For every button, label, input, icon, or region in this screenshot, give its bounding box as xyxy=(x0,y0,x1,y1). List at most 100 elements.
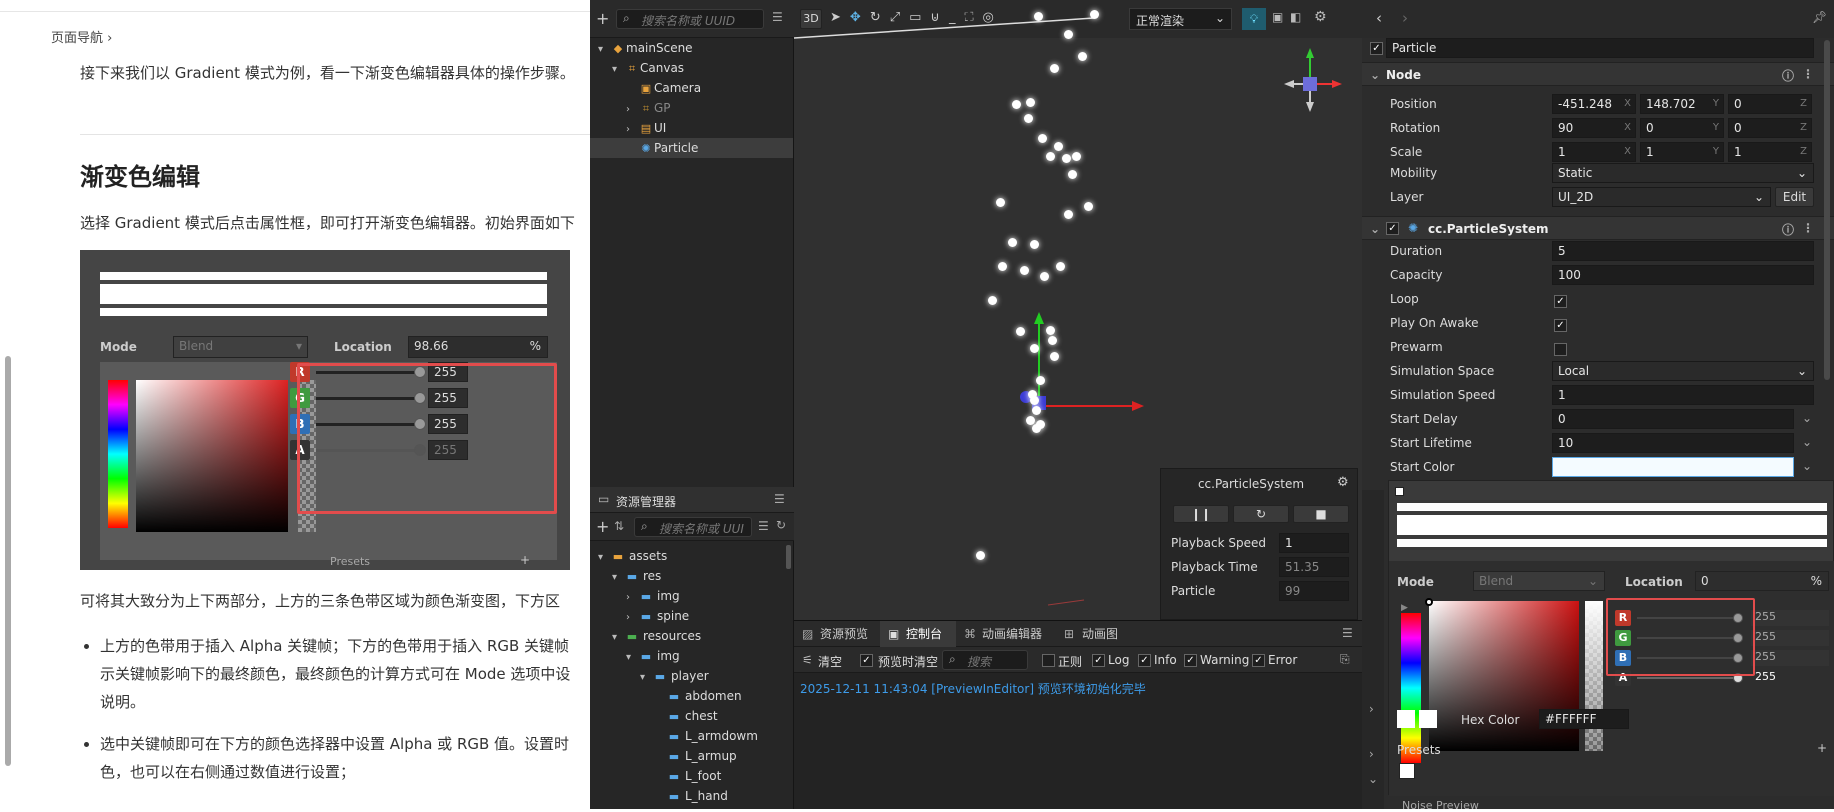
help-icon[interactable]: ⓘ xyxy=(1782,67,1794,84)
chevron-down-icon[interactable]: ⌄ xyxy=(1802,435,1812,449)
duration-input[interactable]: 5 xyxy=(1552,241,1814,261)
channel-value-input[interactable]: 255 xyxy=(1751,670,1829,686)
tree-item-ui[interactable]: › ▤ UI xyxy=(626,118,666,138)
capacity-input[interactable]: 100 xyxy=(1552,265,1814,285)
hex-color-input[interactable]: #FFFFFF xyxy=(1539,709,1629,729)
position-x-input[interactable]: -451.248 X xyxy=(1552,94,1636,114)
pause-button[interactable]: ❙❙ xyxy=(1173,505,1229,523)
channel-slider-track[interactable] xyxy=(1637,677,1737,679)
tree-item-gp[interactable]: › ⌗ GP xyxy=(626,98,671,118)
chevron-down-icon[interactable]: ⌄ xyxy=(1802,459,1812,473)
asset-item[interactable]: ▬ L_armdowm xyxy=(654,726,758,746)
menu-icon[interactable]: ☰ xyxy=(1342,626,1353,640)
sort-icon[interactable]: ⇅ xyxy=(614,519,624,533)
scale-x-input[interactable]: 1X xyxy=(1552,142,1636,162)
mode-select[interactable]: Blend ⌄ xyxy=(1473,571,1605,591)
rotation-x-input[interactable]: 90 X xyxy=(1552,118,1636,138)
particle-system-header[interactable]: ⌄ ✓ ✺ cc.ParticleSystem ⓘ ⋮ xyxy=(1362,216,1834,240)
channel-value-input[interactable]: 255 xyxy=(1751,650,1829,666)
alpha-key-marker[interactable] xyxy=(1395,487,1404,496)
tab-animation-editor[interactable]: ⌘ 动画编辑器 xyxy=(956,621,1056,647)
back-icon[interactable]: ‹ xyxy=(1376,9,1382,27)
asset-item[interactable]: ▬ abdomen xyxy=(654,686,742,706)
doc-scrollbar[interactable] xyxy=(5,356,11,766)
add-icon[interactable]: + xyxy=(596,517,609,536)
chevron-down-icon[interactable]: ⌄ xyxy=(1368,772,1378,786)
asset-item[interactable]: ▾ ▬ res xyxy=(612,566,661,586)
picker-cursor[interactable] xyxy=(1425,598,1433,606)
hue-strip[interactable] xyxy=(1401,613,1421,763)
scale-z-input[interactable]: 1Z xyxy=(1728,142,1812,162)
asset-item[interactable]: ▬ L_foot xyxy=(654,766,722,786)
channel-value-input[interactable]: 255 xyxy=(1751,610,1829,626)
restart-button[interactable]: ↻ xyxy=(1233,505,1289,523)
tree-item-canvas[interactable]: ▾ ⌗ Canvas xyxy=(612,58,684,78)
clear-icon[interactable]: ⚟ xyxy=(802,653,813,667)
more-icon[interactable]: ⋮ xyxy=(1802,221,1814,235)
loop-checkbox[interactable]: ✓ xyxy=(1554,295,1567,308)
rgb-band[interactable] xyxy=(1397,539,1827,547)
asset-item[interactable]: ▬ chest xyxy=(654,706,718,726)
asset-item[interactable]: ▾ ▬ resources xyxy=(612,626,701,646)
scale-y-input[interactable]: 1Y xyxy=(1640,142,1724,162)
rotation-y-input[interactable]: 0Y xyxy=(1640,118,1724,138)
alpha-band[interactable] xyxy=(1397,503,1827,511)
more-icon[interactable]: ⋮ xyxy=(1802,67,1814,81)
asset-item[interactable]: › ▬ img xyxy=(626,586,680,606)
position-y-input[interactable]: 148.702 Y xyxy=(1640,94,1724,114)
prewarm-checkbox[interactable] xyxy=(1554,343,1567,356)
asset-item[interactable]: ▾ ▬ img xyxy=(626,646,680,666)
hierarchy-search-input[interactable]: ⌕ 搜索名称或 UUID xyxy=(616,9,764,29)
menu-icon[interactable]: ☰ xyxy=(772,10,783,24)
preset-swatch[interactable] xyxy=(1399,763,1415,779)
console-search-input[interactable]: ⌕ 搜索 xyxy=(942,650,1028,670)
regex-checkbox[interactable] xyxy=(1042,654,1055,667)
error-checkbox[interactable]: ✓ xyxy=(1252,654,1265,667)
copy-icon[interactable]: ⎘ xyxy=(1340,652,1350,667)
log-checkbox[interactable]: ✓ xyxy=(1092,654,1105,667)
tree-item-mainscene[interactable]: ▾ ◆ mainScene xyxy=(598,38,693,58)
stop-button[interactable]: ■ xyxy=(1293,505,1349,523)
pin-icon[interactable]: 📌︎ xyxy=(1812,10,1827,24)
assets-search-input[interactable]: ⌕ 搜索名称或 UUI xyxy=(634,517,752,537)
layer-edit-button[interactable]: Edit xyxy=(1775,187,1814,207)
asset-item[interactable]: ▾ ▬ assets xyxy=(598,546,667,566)
chevron-right-icon[interactable]: › xyxy=(1369,702,1374,716)
clear-button[interactable]: 清空 xyxy=(818,653,842,670)
tab-animation-graph[interactable]: ⊞ 动画图 xyxy=(1056,621,1136,647)
forward-icon[interactable]: › xyxy=(1402,9,1408,27)
warning-checkbox[interactable]: ✓ xyxy=(1184,654,1197,667)
inspector-scrollbar[interactable] xyxy=(1824,40,1830,380)
position-z-input[interactable]: 0Z xyxy=(1728,94,1812,114)
asset-item[interactable]: ▬ L_armup xyxy=(654,746,737,766)
simulation-space-select[interactable]: Local ⌄ xyxy=(1552,361,1814,381)
list-icon[interactable]: ☰ xyxy=(758,519,769,533)
simulation-speed-input[interactable]: 1 xyxy=(1552,385,1814,405)
asset-item[interactable]: ▾ ▬ player xyxy=(640,666,709,686)
layer-select[interactable]: UI_2D ⌄ xyxy=(1552,187,1771,207)
help-icon[interactable]: ⓘ xyxy=(1782,221,1794,238)
tab-asset-preview[interactable]: ▨ 资源预览 xyxy=(794,621,880,647)
channel-value-input[interactable]: 255 xyxy=(1751,630,1829,646)
start-color-swatch[interactable] xyxy=(1552,457,1794,477)
mobility-select[interactable]: Static ⌄ xyxy=(1552,163,1814,183)
clear-on-preview-checkbox[interactable]: ✓ xyxy=(860,654,873,667)
breadcrumb[interactable]: 页面导航 › xyxy=(51,27,112,46)
asset-item[interactable]: ▬ L_hand xyxy=(654,786,728,806)
tree-item-particle[interactable]: ✺ Particle xyxy=(590,138,793,158)
node-name-input[interactable]: Particle xyxy=(1386,38,1814,58)
rotation-z-input[interactable]: 0Z xyxy=(1728,118,1812,138)
component-enabled-checkbox[interactable]: ✓ xyxy=(1386,222,1399,235)
tree-item-camera[interactable]: ▣ Camera xyxy=(626,78,701,98)
start-lifetime-input[interactable]: 10 xyxy=(1552,433,1794,453)
location-input[interactable]: 0% xyxy=(1695,571,1829,591)
info-checkbox[interactable]: ✓ xyxy=(1138,654,1151,667)
node-active-checkbox[interactable]: ✓ xyxy=(1370,42,1383,55)
scene-view[interactable]: 3D ➤✥↻⤢▭⊍_⛶◎ 正常渲染 ⌄ 💡︎ ▣ ◧ ⚙ cc.ParticleS… xyxy=(794,0,1362,620)
gear-icon[interactable]: ⚙ xyxy=(1337,475,1349,490)
playback-speed-input[interactable]: 1 xyxy=(1279,533,1349,553)
refresh-icon[interactable]: ↻ xyxy=(776,518,786,532)
menu-icon[interactable]: ☰ xyxy=(774,492,785,506)
node-section-header[interactable]: ⌄ Node ⓘ ⋮ xyxy=(1362,62,1834,86)
asset-item[interactable]: › ▬ spine xyxy=(626,606,689,626)
